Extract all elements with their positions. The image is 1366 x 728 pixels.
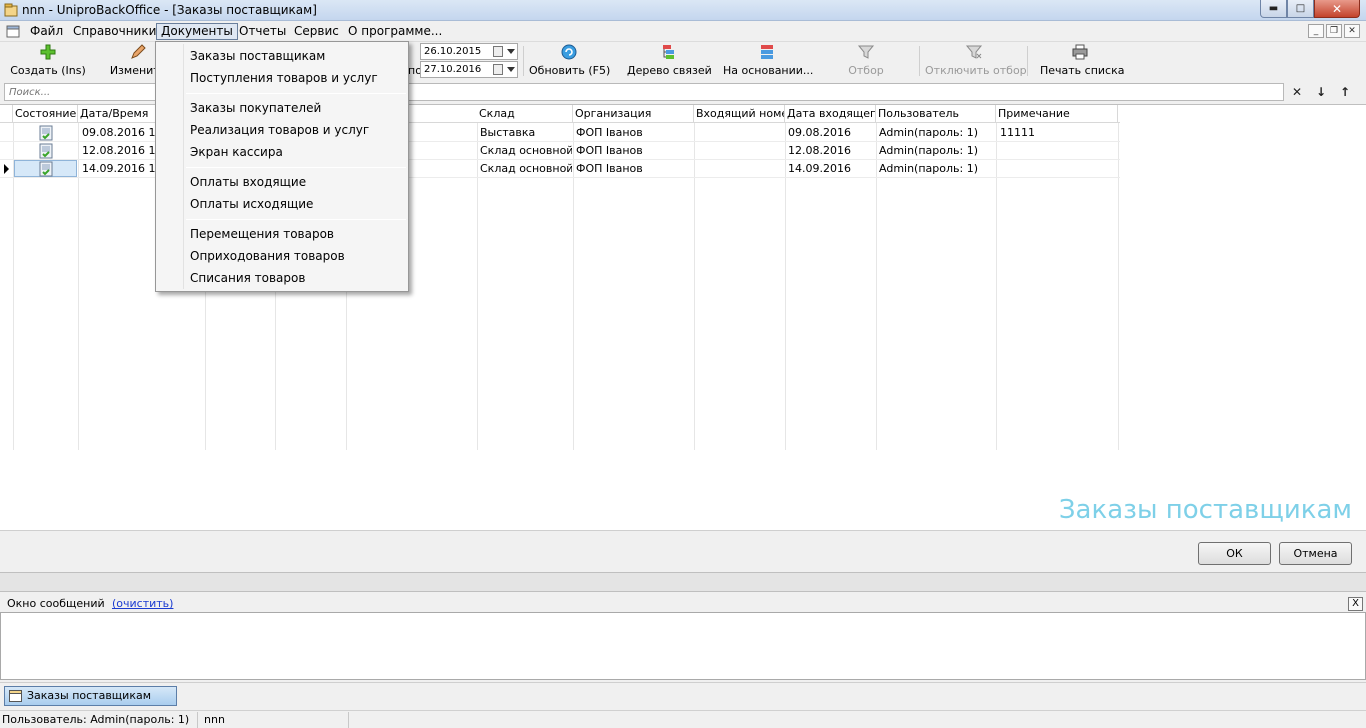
header-user[interactable]: Пользователь — [876, 105, 996, 123]
toolbar-separator — [1027, 46, 1028, 76]
header-warehouse[interactable]: Склад — [477, 105, 573, 123]
form-watermark-title: Заказы поставщикам — [1058, 495, 1352, 525]
menu-item-goods-receipts[interactable]: Поступления товаров и услуг — [158, 67, 406, 89]
menu-bar: Файл Справочники Документы Отчеты Сервис… — [0, 21, 1366, 42]
toolbar-separator — [523, 46, 524, 76]
disable-filter-button[interactable]: Отключить отбор — [925, 44, 1027, 78]
print-list-button[interactable]: Печать списка — [1040, 44, 1125, 78]
mdi-controls: _ ❐ ✕ — [1308, 24, 1360, 38]
status-database: nnn — [204, 713, 225, 726]
posted-document-icon — [39, 161, 53, 177]
menu-separator — [186, 219, 406, 220]
clear-search-icon[interactable]: ✕ — [1290, 85, 1304, 99]
header-incoming-number[interactable]: Входящий номер — [694, 105, 785, 123]
create-button[interactable]: Создать (Ins) — [10, 44, 86, 78]
window-controls: ▬ □ ✕ — [1260, 0, 1360, 18]
header-state[interactable]: Состояние — [13, 105, 78, 123]
posted-document-icon — [39, 143, 53, 159]
menu-item-transfers[interactable]: Перемещения товаров — [158, 223, 406, 245]
pencil-icon — [131, 44, 146, 59]
funnel-off-icon — [965, 45, 983, 59]
taskbar-window-button[interactable]: Заказы поставщикам — [4, 686, 177, 706]
arrow-up-icon[interactable]: ↑ — [1338, 85, 1352, 99]
document-icon — [6, 25, 20, 38]
header-incoming-date[interactable]: Дата входящего — [785, 105, 876, 123]
posted-document-icon — [39, 125, 53, 141]
menu-item-outgoing-payments[interactable]: Оплаты исходящие — [158, 193, 406, 215]
toolbar-separator — [919, 46, 920, 76]
date-from-field[interactable]: 26.10.2015 — [420, 43, 518, 60]
panel-splitter[interactable] — [0, 572, 1366, 592]
menu-item-cashier-screen[interactable]: Экран кассира — [158, 141, 406, 163]
messages-area[interactable] — [0, 612, 1366, 680]
mdi-minimize-button[interactable]: _ — [1308, 24, 1324, 38]
messages-header: Окно сообщений (очистить) X — [0, 594, 1366, 612]
title-bar: nnn - UniproBackOffice - [Заказы поставщ… — [0, 0, 1366, 21]
menu-separator — [186, 93, 406, 94]
close-button[interactable]: ✕ — [1314, 0, 1360, 18]
menu-separator — [186, 167, 406, 168]
app-icon — [4, 3, 18, 17]
header-indicator — [0, 105, 13, 123]
plus-icon — [40, 44, 56, 60]
header-organization[interactable]: Организация — [573, 105, 694, 123]
menu-item-supplier-orders[interactable]: Заказы поставщикам — [158, 45, 406, 67]
cancel-button[interactable]: Отмена — [1279, 542, 1352, 565]
chevron-down-icon[interactable] — [507, 67, 515, 72]
mdi-restore-button[interactable]: ❐ — [1326, 24, 1342, 38]
dialog-buttons-area: ОК Отмена — [0, 530, 1366, 572]
current-row-indicator — [4, 164, 9, 174]
menu-reports[interactable]: Отчеты — [235, 23, 290, 40]
menu-about[interactable]: О программе... — [344, 23, 446, 40]
menu-item-write-offs[interactable]: Списания товаров — [158, 267, 406, 289]
menu-service[interactable]: Сервис — [290, 23, 343, 40]
window-icon — [9, 690, 22, 702]
window-title: nnn - UniproBackOffice - [Заказы поставщ… — [22, 3, 317, 17]
messages-title: Окно сообщений — [7, 597, 105, 610]
documents-menu: Заказы поставщикам Поступления товаров и… — [155, 41, 409, 292]
database-icon — [761, 45, 773, 59]
ok-button[interactable]: ОК — [1198, 542, 1271, 565]
printer-icon — [1072, 44, 1088, 60]
tree-icon — [663, 45, 674, 59]
funnel-icon — [857, 45, 875, 59]
calendar-icon[interactable] — [493, 46, 503, 57]
close-messages-button[interactable]: X — [1348, 597, 1363, 611]
relations-tree-button[interactable]: Дерево связей — [627, 44, 712, 78]
menu-references[interactable]: Справочники — [69, 23, 160, 40]
maximize-button[interactable]: □ — [1287, 0, 1314, 18]
menu-item-customer-orders[interactable]: Заказы покупателей — [158, 97, 406, 119]
refresh-icon — [561, 44, 577, 60]
arrow-down-icon[interactable]: ↓ — [1314, 85, 1328, 99]
menu-item-receipts[interactable]: Оприходования товаров — [158, 245, 406, 267]
menu-file[interactable]: Файл — [26, 23, 67, 40]
clear-messages-link[interactable]: (очистить) — [112, 597, 173, 610]
status-user: Пользователь: Admin(пароль: 1) — [2, 713, 190, 726]
based-on-button[interactable]: На основании... — [723, 44, 813, 78]
window-taskbar: Заказы поставщикам — [0, 682, 1366, 710]
header-note[interactable]: Примечание — [996, 105, 1118, 123]
date-to-field[interactable]: 27.10.2016 — [420, 61, 518, 78]
chevron-down-icon[interactable] — [507, 49, 515, 54]
filter-button[interactable]: Отбор — [844, 44, 888, 78]
menu-item-incoming-payments[interactable]: Оплаты входящие — [158, 171, 406, 193]
menu-documents[interactable]: Документы — [156, 23, 238, 40]
minimize-button[interactable]: ▬ — [1260, 0, 1287, 18]
refresh-button[interactable]: Обновить (F5) — [529, 44, 610, 78]
calendar-icon[interactable] — [493, 64, 503, 75]
status-bar: Пользователь: Admin(пароль: 1) nnn — [0, 710, 1366, 728]
menu-item-sales[interactable]: Реализация товаров и услуг — [158, 119, 406, 141]
mdi-close-button[interactable]: ✕ — [1344, 24, 1360, 38]
